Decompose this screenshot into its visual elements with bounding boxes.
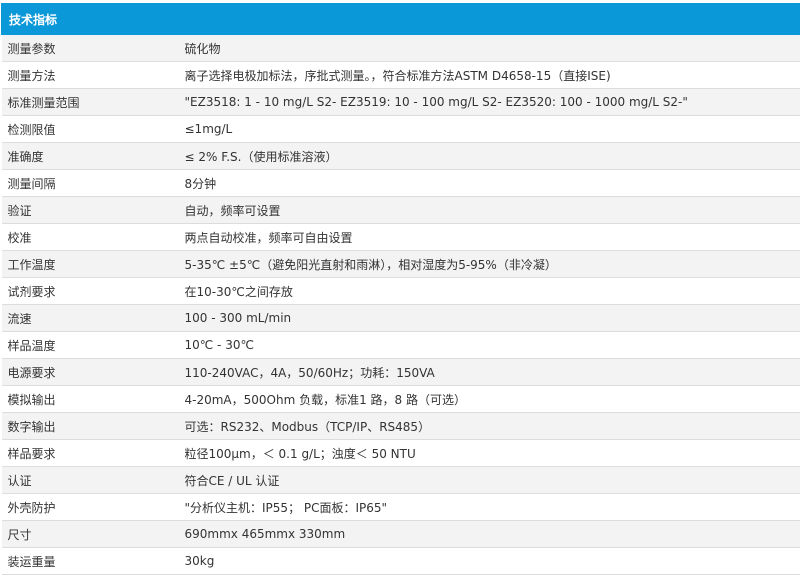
table-row: 试剂要求 在10-30℃之间存放	[1, 277, 800, 305]
table-row: 尺寸 690mmx 465mmx 330mm	[1, 520, 800, 548]
spec-label: 测量间隔	[1, 169, 176, 197]
spec-label: 标准测量范围	[1, 88, 176, 116]
spec-table-title: 技术指标	[0, 3, 800, 35]
table-row: 样品要求 粒径100μm，＜ 0.1 g/L；浊度＜ 50 NTU	[1, 439, 800, 467]
spec-value: 100 - 300 mL/min	[175, 304, 800, 332]
spec-label: 尺寸	[1, 520, 176, 548]
spec-label: 测量参数	[1, 34, 176, 62]
table-row: 测量参数 硫化物	[1, 34, 800, 62]
table-row: 流速 100 - 300 mL/min	[1, 304, 800, 332]
table-row: 模拟输出 4-20mA，500Ohm 负载，标准1 路，8 路（可选）	[1, 385, 800, 413]
spec-value: 8分钟	[175, 169, 800, 197]
table-row: 电源要求 110-240VAC，4A，50/60Hz；功耗：150VA	[1, 358, 800, 386]
table-row: 数字输出 可选：RS232、Modbus（TCP/IP、RS485）	[1, 412, 800, 440]
spec-value: 30kg	[175, 547, 800, 575]
spec-value: 在10-30℃之间存放	[175, 277, 800, 305]
spec-label: 准确度	[1, 142, 176, 170]
spec-label: 工作温度	[1, 250, 176, 278]
spec-label: 电源要求	[1, 358, 176, 386]
spec-label: 模拟输出	[1, 385, 176, 413]
table-row: 验证 自动，频率可设置	[1, 196, 800, 224]
spec-label: 校准	[1, 223, 176, 251]
spec-value: "EZ3518: 1 - 10 mg/L S2- EZ3519: 10 - 10…	[175, 88, 800, 116]
spec-value: 可选：RS232、Modbus（TCP/IP、RS485）	[175, 412, 800, 440]
spec-label: 验证	[1, 196, 176, 224]
table-row: 装运重量 30kg	[1, 547, 800, 575]
spec-table-body: 测量参数 硫化物 测量方法 离子选择电极加标法，序批式测量。，符合标准方法ASTM D…	[1, 34, 800, 575]
spec-label: 外壳防护	[1, 493, 176, 521]
spec-value: 5-35℃ ±5℃（避免阳光直射和雨淋），相对湿度为5-95%（非冷凝）	[175, 250, 800, 278]
table-row: 样品温度 10℃ - 30℃	[1, 331, 800, 359]
spec-value: 两点自动校准，频率可自由设置	[175, 223, 800, 251]
spec-value: "分析仪主机：IP55； PC面板：IP65"	[175, 493, 800, 521]
table-row: 标准测量范围 "EZ3518: 1 - 10 mg/L S2- EZ3519: 1…	[1, 88, 800, 116]
spec-label: 试剂要求	[1, 277, 176, 305]
spec-value: 690mmx 465mmx 330mm	[175, 520, 800, 548]
table-row: 外壳防护 "分析仪主机：IP55； PC面板：IP65"	[1, 493, 800, 521]
spec-value: 4-20mA，500Ohm 负载，标准1 路，8 路（可选）	[175, 385, 800, 413]
spec-value: ≤1mg/L	[175, 115, 800, 143]
spec-value: 10℃ - 30℃	[175, 331, 800, 359]
spec-table: 技术指标 测量参数 硫化物 测量方法 离子选择电极加标法，序批式测量。，符合标准方法A…	[0, 3, 800, 575]
spec-label: 流速	[1, 304, 176, 332]
spec-label: 测量方法	[1, 61, 176, 89]
spec-label: 装运重量	[1, 547, 176, 575]
spec-value: 粒径100μm，＜ 0.1 g/L；浊度＜ 50 NTU	[175, 439, 800, 467]
spec-value: 离子选择电极加标法，序批式测量。，符合标准方法ASTM D4658-15（直接I…	[175, 61, 800, 89]
spec-label: 数字输出	[1, 412, 176, 440]
spec-value: 自动，频率可设置	[175, 196, 800, 224]
table-row: 测量方法 离子选择电极加标法，序批式测量。，符合标准方法ASTM D4658-15…	[1, 61, 800, 89]
table-row: 工作温度 5-35℃ ±5℃（避免阳光直射和雨淋），相对湿度为5-95%（非冷凝）	[1, 250, 800, 278]
spec-table-header-row: 技术指标	[0, 3, 800, 35]
spec-value: 硫化物	[175, 34, 800, 62]
spec-value: 110-240VAC，4A，50/60Hz；功耗：150VA	[175, 358, 800, 386]
table-row: 校准 两点自动校准，频率可自由设置	[1, 223, 800, 251]
spec-label: 检测限值	[1, 115, 176, 143]
spec-label: 样品温度	[1, 331, 176, 359]
table-row: 认证 符合CE / UL 认证	[1, 466, 800, 494]
table-row: 准确度 ≤ 2% F.S.（使用标准溶液）	[1, 142, 800, 170]
spec-value: 符合CE / UL 认证	[175, 466, 800, 494]
table-row: 检测限值 ≤1mg/L	[1, 115, 800, 143]
table-row: 测量间隔 8分钟	[1, 169, 800, 197]
spec-label: 样品要求	[1, 439, 176, 467]
spec-label: 认证	[1, 466, 176, 494]
spec-value: ≤ 2% F.S.（使用标准溶液）	[175, 142, 800, 170]
